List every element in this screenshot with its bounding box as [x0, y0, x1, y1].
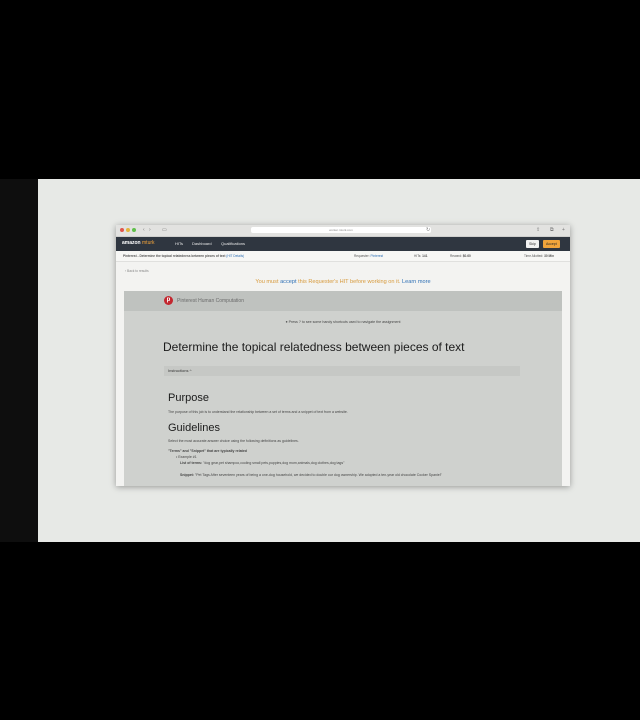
requester-label: Requester: — [354, 254, 370, 258]
browser-titlebar: ‹ › ▭ worker.mturk.com ↻ ⇪ ⧉ + — [116, 225, 570, 237]
notice-pre: You must — [255, 279, 281, 285]
time-value: 30 Min — [544, 254, 555, 258]
pinterest-logo-icon: p — [164, 296, 173, 305]
hits-label: HITs: — [414, 254, 422, 258]
tabs-icon[interactable]: ⧉ — [550, 227, 556, 233]
mturk-logo[interactable]: amazon mturk — [122, 240, 155, 246]
hit-title: Pinterest - Determine the topical relate… — [123, 254, 226, 258]
panel-brand: Pinterest Human Computation — [177, 298, 244, 304]
snippet-value: "Pet Tags After seventeen years of being… — [194, 473, 442, 477]
skip-button[interactable]: Skip — [526, 240, 539, 248]
accept-button[interactable]: Accept — [543, 240, 560, 248]
notice-accept-link[interactable]: accept — [280, 279, 296, 285]
accept-notice: You must accept this Requester's HIT bef… — [116, 279, 570, 285]
nav-link-hits[interactable]: HITs — [175, 241, 183, 246]
example-label-text: Example #1 — [178, 455, 197, 459]
minimize-dot-icon[interactable] — [126, 228, 130, 232]
hits-value: 141 — [422, 254, 428, 258]
browser-window: ‹ › ▭ worker.mturk.com ↻ ⇪ ⧉ + amazon mt… — [116, 225, 570, 486]
snippet-label: Snippet: — [180, 473, 194, 477]
address-bar[interactable]: worker.mturk.com — [251, 227, 431, 233]
terms-value: "dog gear,pet shampoo,cooling small pets… — [203, 461, 345, 465]
reload-icon[interactable]: ↻ — [426, 227, 432, 233]
notice-learn-more-link[interactable]: Learn more — [402, 279, 431, 285]
guidelines-text: Select the most accurate answer choice u… — [168, 439, 299, 443]
back-to-results-link[interactable]: ‹ Back to results — [125, 269, 149, 273]
terms-label: List of terms: — [180, 461, 203, 465]
requester-value[interactable]: Pinterest — [370, 254, 383, 258]
info-icon: ● — [285, 320, 288, 324]
hit-details-link[interactable]: (HIT Details) — [226, 254, 244, 258]
guidelines-heading: Guidelines — [168, 422, 220, 434]
time-label: Time Allotted: — [524, 254, 544, 258]
forward-arrow-icon[interactable]: › — [149, 227, 155, 233]
new-tab-icon[interactable]: + — [562, 227, 568, 233]
notice-mid: this Requester's HIT before working on i… — [296, 279, 402, 285]
reward-label: Reward: — [450, 254, 462, 258]
terms-line: List of terms: "dog gear,pet shampoo,coo… — [180, 461, 344, 465]
shortcut-tip: ● Press ? to see some handy shortcuts us… — [124, 320, 562, 324]
task-title: Determine the topical relatedness betwee… — [163, 340, 465, 354]
panel-header: p Pinterest Human Computation — [124, 291, 562, 311]
example-label: • Example #1 — [176, 455, 197, 459]
logo-sub: mturk — [142, 240, 155, 246]
hit-task-panel: p Pinterest Human Computation ● Press ? … — [124, 291, 562, 486]
zoom-dot-icon[interactable] — [132, 228, 136, 232]
video-left-border — [0, 179, 38, 542]
close-dot-icon[interactable] — [120, 228, 124, 232]
logo-main: amazon — [122, 240, 141, 246]
purpose-heading: Purpose — [168, 392, 209, 404]
nav-link-qualifications[interactable]: Qualifications — [221, 241, 245, 246]
sidebar-icon[interactable]: ▭ — [162, 227, 168, 233]
mturk-navbar: amazon mturk HITs Dashboard Qualificatio… — [116, 237, 570, 251]
purpose-text: The purpose of this job is to understand… — [168, 410, 348, 414]
hit-info-bar: Pinterest - Determine the topical relate… — [116, 251, 570, 262]
reward-value: $0.60 — [462, 254, 471, 258]
snippet-line: Snippet: "Pet Tags After seventeen years… — [180, 473, 442, 477]
related-heading: "Terms" and "Snippet" that are typically… — [168, 449, 247, 453]
nav-link-dashboard[interactable]: Dashboard — [192, 241, 212, 246]
share-icon[interactable]: ⇪ — [536, 227, 542, 233]
shortcut-tip-text: Press ? to see some handy shortcuts used… — [288, 320, 401, 324]
instructions-toggle[interactable]: Instructions ^ — [164, 366, 520, 376]
